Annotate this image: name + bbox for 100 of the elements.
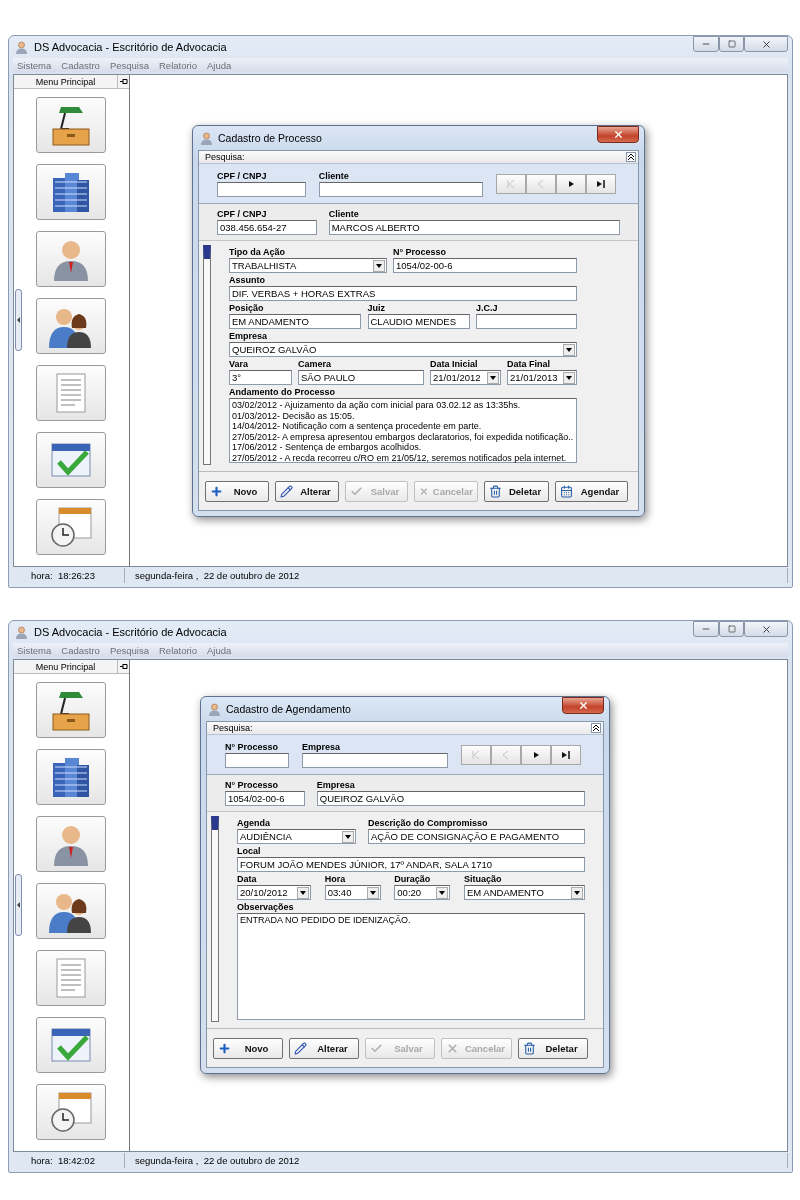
input-field[interactable]: AÇÃO DE CONSIGNAÇÃO E PAGAMENTO (368, 829, 585, 844)
menu-tile-button[interactable] (35, 499, 106, 555)
text-area[interactable]: ENTRADA NO PEDIDO DE IDENIZAÇÃO. (237, 913, 585, 1020)
splitter-handle[interactable] (15, 874, 22, 936)
scroll-bar[interactable] (211, 816, 219, 1022)
input-field[interactable] (225, 753, 289, 768)
dropdown-arrow-icon (566, 347, 572, 352)
splitter-handle[interactable] (15, 289, 22, 351)
input-field[interactable] (318, 182, 483, 197)
menu-item[interactable]: Pesquisa (109, 59, 149, 71)
dropdown-arrow-icon (573, 890, 580, 895)
dropdown-field[interactable]: 00:20 (394, 885, 451, 900)
menu-item[interactable]: Relatorio (159, 644, 197, 656)
pin-icon[interactable] (119, 78, 128, 85)
menu-tile-button[interactable] (35, 816, 106, 872)
field-label: Assunto (229, 274, 266, 286)
sidebar-title: Menu Principal (34, 661, 97, 672)
pencil-icon (280, 485, 293, 498)
close-button[interactable] (562, 697, 604, 714)
menu-tile-button[interactable] (35, 749, 106, 805)
nav-button[interactable] (521, 745, 551, 765)
dropdown-field[interactable]: 21/01/2012 (430, 370, 501, 385)
action-button[interactable]: Alterar (289, 1038, 359, 1059)
action-button[interactable]: Agendar (555, 481, 628, 502)
input-field[interactable] (301, 753, 448, 768)
menu-item[interactable]: Cadastro (61, 59, 100, 71)
user-icon (15, 40, 28, 54)
menu-tile-button[interactable] (35, 164, 106, 220)
collapse-arrow-icon (17, 902, 20, 908)
menu-tile-button[interactable] (35, 682, 106, 738)
field-label: Tipo da Ação (229, 246, 286, 258)
minimize-button[interactable] (693, 36, 719, 52)
maximize-button[interactable] (719, 621, 744, 637)
skip-first-icon (506, 179, 516, 189)
close-icon (446, 1042, 459, 1055)
plus-icon (218, 1042, 231, 1055)
pin-icon[interactable] (119, 663, 128, 670)
input-field[interactable]: 1054/02-00-6 (225, 791, 305, 806)
menu-item[interactable]: Sistema (17, 59, 52, 71)
menu-tile-button[interactable] (35, 883, 106, 939)
nav-button[interactable] (586, 174, 616, 194)
minimize-button[interactable] (693, 621, 719, 637)
dropdown-field[interactable]: 21/01/2013 (507, 370, 577, 385)
plus-icon (210, 485, 223, 498)
nav-button[interactable] (556, 174, 586, 194)
input-field[interactable]: DIF. VERBAS + HORAS EXTRAS (229, 286, 577, 301)
menu-tile-button[interactable] (35, 1017, 106, 1073)
menu-tile-button[interactable] (35, 231, 106, 287)
field-label: N° Processo (225, 741, 280, 753)
nav-button[interactable] (551, 745, 581, 765)
dropdown-field[interactable]: QUEIROZ GALVÃO (229, 342, 577, 357)
action-button[interactable]: Alterar (275, 481, 339, 502)
menu-tile-button[interactable] (35, 432, 106, 488)
close-button[interactable] (597, 126, 639, 143)
dropdown-arrow-icon (300, 890, 306, 895)
play-icon (531, 750, 541, 760)
dropdown-field[interactable]: 03:40 (324, 885, 381, 900)
menu-item[interactable]: Ajuda (207, 644, 232, 656)
field-label: Cliente (318, 170, 350, 182)
input-field[interactable]: 1054/02-00-6 (393, 258, 577, 273)
scroll-bar[interactable] (203, 245, 211, 465)
text-area[interactable]: 03/02/2012 - Ajuizamento da ação com inicial para 03.02.12 as 13:35hs. 01/03/2012- Decisão as 15:05. 14/04/2012- Notificação com a sentença procedente em parte. 27/05/2012- A empresa apresentou embargos declaratorios, foi expedida notificação.. 17/06/2012 - Sentença de embargos acolhidos. 27/05/2012 - A recda recorreu c/RO em 21/05/12, seremos notificados pela internet. (229, 398, 577, 463)
menu-item[interactable]: Ajuda (207, 59, 232, 71)
input-field[interactable] (217, 182, 306, 197)
input-field[interactable]: 038.456.654-27 (217, 220, 317, 235)
dialog-title: Cadastro de Processo (218, 132, 322, 144)
menu-tile-button[interactable] (35, 97, 106, 153)
menu-tile-button[interactable] (35, 1084, 106, 1140)
input-field[interactable]: FORUM JOÃO MENDES JÚNIOR, 17º ANDAR, SALA 1710 (237, 857, 585, 872)
menu-item[interactable]: Sistema (17, 644, 52, 656)
input-field[interactable]: SÃO PAULO (298, 370, 424, 385)
action-button[interactable]: Deletar (484, 481, 549, 502)
input-field[interactable]: 3° (229, 370, 292, 385)
menu-item[interactable]: Cadastro (61, 644, 100, 656)
dropdown-field[interactable]: TRABALHISTA (229, 258, 387, 273)
input-field[interactable]: EM ANDAMENTO (229, 314, 361, 329)
menu-item[interactable]: Relatorio (159, 59, 197, 71)
action-button[interactable]: Novo (213, 1038, 283, 1059)
menu-tile-button[interactable] (35, 365, 106, 421)
dropdown-field[interactable]: AUDIÊNCIA (237, 829, 356, 844)
field-label: Empresa (316, 779, 356, 791)
menu-tile-button[interactable] (35, 298, 106, 354)
input-field[interactable]: QUEIROZ GALVÃO (316, 791, 585, 806)
collapse-button[interactable] (591, 723, 601, 733)
menu-tile-button[interactable] (35, 950, 106, 1006)
dropdown-arrow-icon (566, 375, 572, 380)
maximize-icon (727, 40, 736, 48)
field-label: Posição (229, 302, 265, 314)
input-field[interactable] (476, 314, 577, 329)
input-field[interactable]: MARCOS ALBERTO (328, 220, 620, 235)
maximize-button[interactable] (719, 36, 744, 52)
field-label: Data (237, 873, 258, 885)
dropdown-field[interactable]: EM ANDAMENTO (463, 885, 585, 900)
action-button[interactable]: Novo (205, 481, 269, 502)
action-button[interactable]: Deletar (518, 1038, 588, 1059)
menu-item[interactable]: Pesquisa (109, 644, 149, 656)
collapse-button[interactable] (626, 152, 636, 162)
dropdown-field[interactable]: 20/10/2012 (237, 885, 311, 900)
input-field[interactable]: CLAUDIO MENDES (367, 314, 470, 329)
field-label: CPF / CNPJ (217, 208, 268, 220)
